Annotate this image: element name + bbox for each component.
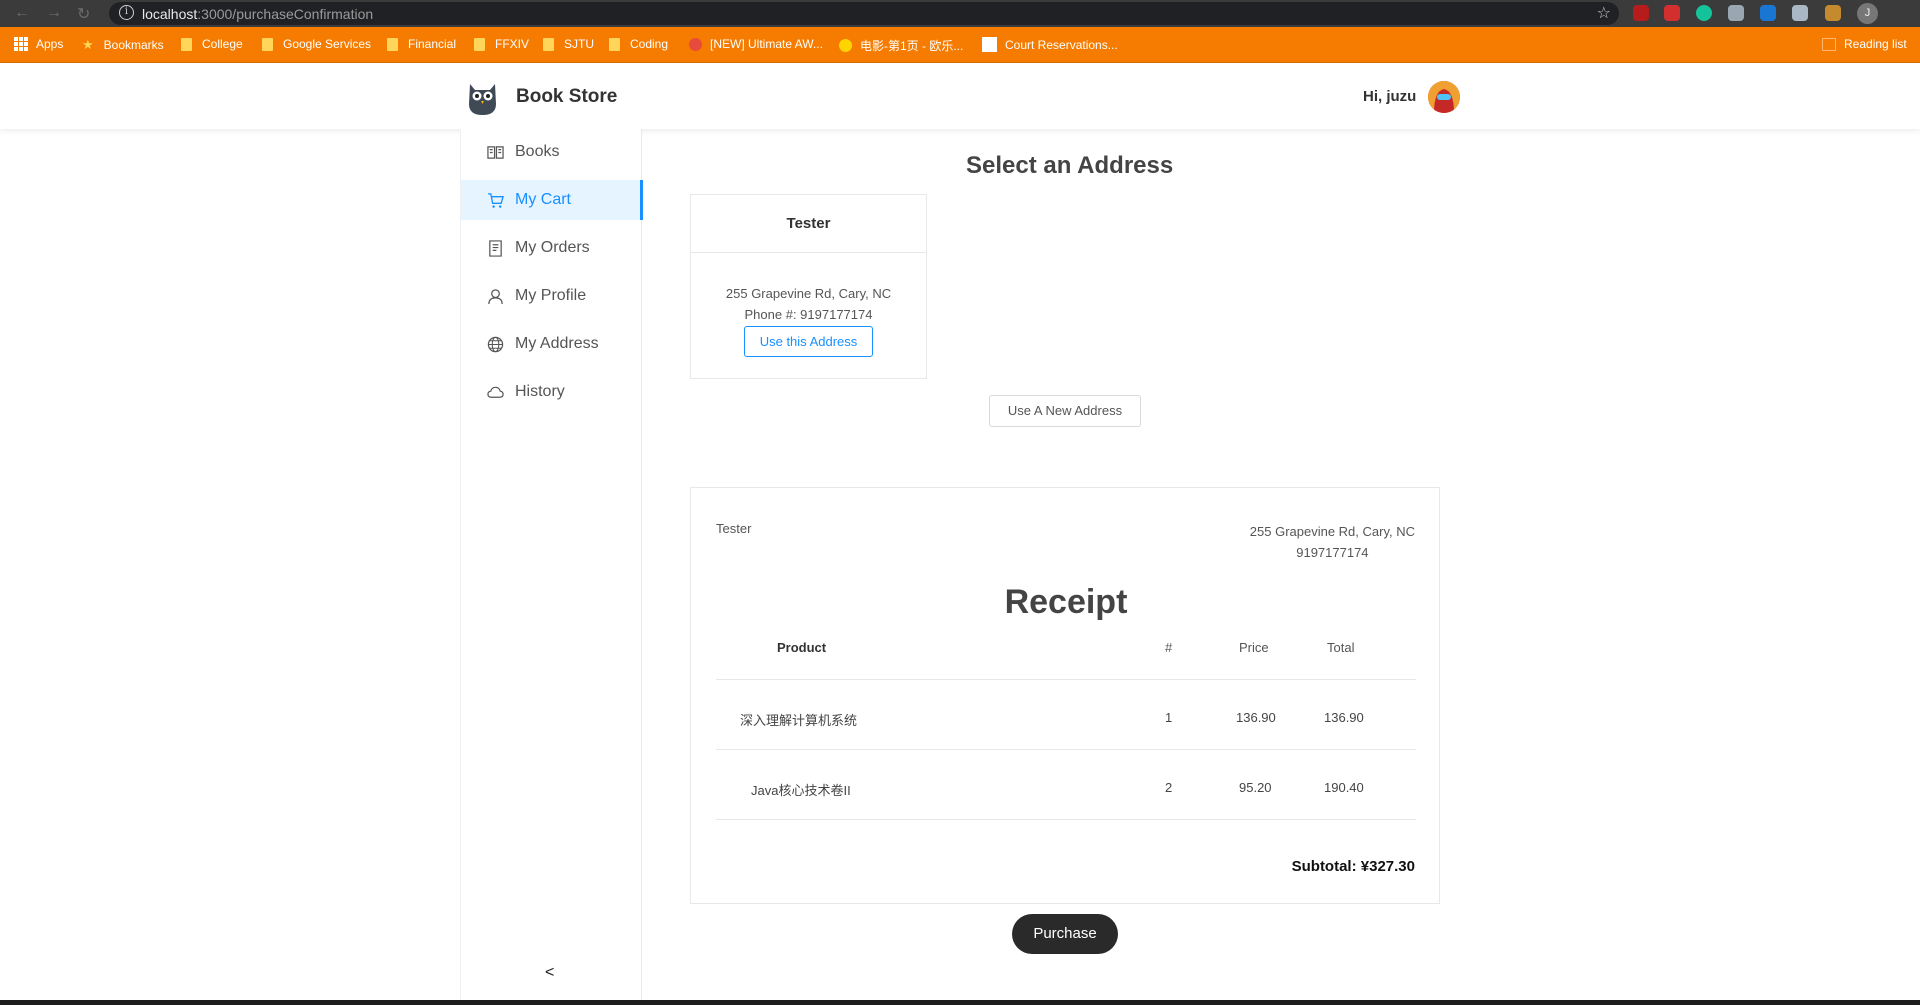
address-card-name: Tester	[691, 195, 926, 253]
globe-icon	[487, 336, 504, 352]
address-card-phone: Phone #: 9197177174	[744, 307, 873, 322]
receipt-address-line: 255 Grapevine Rd, Cary, NC	[1249, 524, 1415, 539]
folder-icon	[387, 37, 398, 51]
forward-icon[interactable]: →	[46, 4, 62, 22]
site-favicon	[982, 37, 997, 52]
receipt-customer-address: 255 Grapevine Rd, Cary, NC 9197177174	[1250, 521, 1415, 563]
site-favicon	[689, 37, 702, 51]
reading-list[interactable]: Reading list	[1822, 37, 1907, 51]
brand-name[interactable]: Book Store	[516, 86, 617, 108]
extensions-puzzle-icon[interactable]	[1825, 5, 1841, 21]
bookmark-ffxiv[interactable]: FFXIV	[474, 37, 529, 51]
url-text[interactable]: localhost:3000/purchaseConfirmation	[142, 6, 373, 22]
address-card-street: 255 Grapevine Rd, Cary, NC	[725, 286, 892, 301]
avatar-image	[1428, 81, 1460, 113]
bookmark-star-icon[interactable]: ☆	[1597, 3, 1611, 23]
folder-icon	[181, 37, 192, 51]
sidebar-item-books[interactable]: Books	[461, 132, 643, 172]
cart-icon	[487, 192, 504, 208]
bookmark-coding[interactable]: Coding	[609, 37, 668, 51]
sidebar-item-my-address[interactable]: My Address	[461, 324, 643, 364]
bookmark-college[interactable]: College	[181, 37, 243, 51]
bookmark-sjtu[interactable]: SJTU	[543, 37, 594, 51]
site-info-icon[interactable]: i	[119, 5, 134, 20]
ublock-extension-icon[interactable]	[1633, 5, 1649, 21]
user-avatar[interactable]	[1428, 81, 1460, 113]
row-product: Java核心技术卷II	[751, 783, 851, 798]
folder-icon	[543, 37, 554, 51]
sidebar-item-label: My Orders	[515, 239, 590, 256]
subtotal: Subtotal: ¥327.30	[1291, 858, 1415, 875]
sidebar-item-history[interactable]: History	[461, 372, 643, 412]
reading-list-icon	[1822, 37, 1836, 51]
book-icon	[487, 145, 504, 159]
collapse-sidebar-icon[interactable]: <	[545, 964, 554, 982]
browser-toolbar: ← → ↻ i localhost:3000/purchaseConfirmat…	[0, 0, 1920, 27]
column-header-price: Price	[1239, 640, 1269, 655]
row-quantity: 1	[1165, 710, 1173, 725]
extension-snowflake-icon[interactable]	[1760, 5, 1776, 21]
sidebar-item-my-cart[interactable]: My Cart	[461, 180, 643, 220]
divider	[716, 819, 1416, 820]
user-greeting: Hi, juzu	[1363, 88, 1417, 105]
bookmark-financial[interactable]: Financial	[387, 37, 456, 51]
site-favicon	[839, 39, 852, 52]
folder-icon	[262, 37, 273, 51]
extension-translate-icon[interactable]	[1728, 5, 1744, 21]
address-card: Tester 255 Grapevine Rd, Cary, NC Phone …	[690, 194, 927, 379]
bookmarks-bar: Apps ★ Bookmarks College Google Services …	[0, 27, 1920, 63]
divider	[716, 749, 1416, 750]
grammarly-extension-icon[interactable]	[1696, 5, 1712, 21]
row-price: 136.90	[1236, 710, 1276, 725]
column-header-total: Total	[1327, 640, 1355, 655]
use-this-address-button[interactable]: Use this Address	[743, 326, 874, 357]
column-header-product: Product	[777, 640, 827, 655]
receipt-title: Receipt	[1004, 583, 1128, 621]
bookmark-ultimate-aw[interactable]: [NEW] Ultimate AW...	[689, 37, 823, 51]
address-bar[interactable]: i localhost:3000/purchaseConfirmation ☆	[109, 2, 1619, 25]
use-new-address-button[interactable]: Use A New Address	[989, 395, 1141, 427]
apps-grid-icon	[14, 37, 28, 51]
folder-icon	[474, 37, 485, 51]
bookmark-bookmarks[interactable]: ★ Bookmarks	[82, 37, 164, 53]
bookmark-court-reservations[interactable]: Court Reservations...	[982, 37, 1118, 52]
select-address-title: Select an Address	[966, 152, 1174, 179]
bookmark-apps[interactable]: Apps	[14, 37, 63, 51]
app-header: Book Store Hi, juzu	[0, 63, 1920, 129]
row-product: 深入理解计算机系统	[740, 713, 858, 728]
bookmark-movies[interactable]: 电影-第1页 - 欧乐...	[839, 37, 963, 54]
extension-red-icon[interactable]	[1664, 5, 1680, 21]
user-icon	[488, 288, 503, 304]
window-bottom-edge	[0, 1000, 1920, 1005]
sidebar-item-my-profile[interactable]: My Profile	[461, 276, 643, 316]
row-price: 95.20	[1239, 780, 1272, 795]
divider	[716, 679, 1416, 680]
extension-person-icon[interactable]	[1792, 5, 1808, 21]
sidebar-item-label: Books	[515, 143, 560, 160]
row-total: 190.40	[1324, 780, 1364, 795]
sidebar-menu: Books My Cart My Orders My Profile My Ad…	[460, 129, 643, 1005]
sidebar-item-label: My Cart	[515, 191, 571, 208]
receipt-phone: 9197177174	[1296, 545, 1369, 560]
folder-icon	[609, 37, 620, 51]
reload-icon[interactable]: ↻	[77, 4, 90, 24]
sidebar-item-label: My Address	[515, 335, 599, 352]
sidebar-item-label: History	[515, 383, 565, 400]
browser-profile-avatar[interactable]: J	[1857, 3, 1878, 24]
column-header-quantity: #	[1165, 640, 1173, 655]
purchase-button[interactable]: Purchase	[1012, 914, 1118, 954]
sidebar-item-my-orders[interactable]: My Orders	[461, 228, 643, 268]
cloud-icon	[487, 386, 504, 398]
back-icon[interactable]: ←	[14, 4, 30, 22]
owl-logo-icon[interactable]	[466, 78, 499, 116]
star-icon: ★	[82, 37, 94, 52]
bookmark-google-services[interactable]: Google Services	[262, 37, 371, 51]
receipt-customer-name: Tester	[716, 521, 752, 536]
orders-icon	[489, 239, 502, 257]
row-total: 136.90	[1324, 710, 1364, 725]
receipt-card: Tester 255 Grapevine Rd, Cary, NC 919717…	[690, 487, 1440, 904]
sidebar-item-label: My Profile	[515, 287, 587, 304]
row-quantity: 2	[1165, 780, 1173, 795]
